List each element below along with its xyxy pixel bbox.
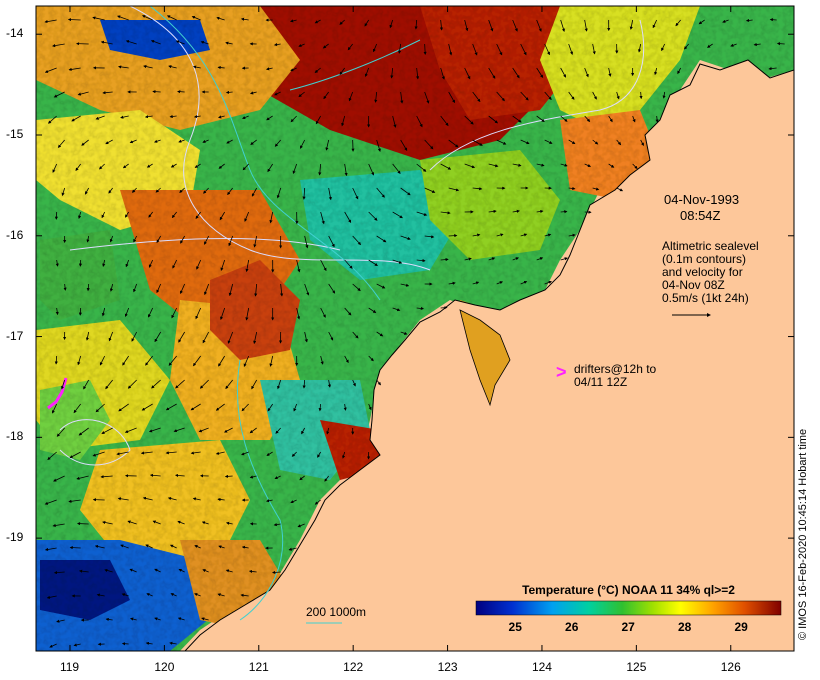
lat-tick-label: -15 (6, 127, 24, 141)
colorbar (475, 600, 782, 616)
image-time: 08:54Z (680, 208, 721, 223)
colorbar-title: Temperature (°C) NOAA 11 34% ql>=2 (522, 583, 735, 597)
lon-tick-label: 121 (248, 660, 269, 674)
credit-text: © IMOS 16-Feb-2020 10:45:14 Hobart time (797, 428, 809, 640)
lon-tick-label: 123 (437, 660, 458, 674)
lat-tick-label: -17 (6, 328, 24, 343)
lon-tick-label: 125 (626, 660, 647, 674)
velocity-vector (152, 90, 161, 94)
lat-tick-label: -14 (6, 26, 24, 41)
velocity-vector (54, 355, 58, 365)
lat-tick-label: -16 (6, 227, 24, 242)
velocity-vector (639, 91, 643, 100)
drifter-note: drifters@12h to 04/11 12Z (574, 363, 656, 389)
velocity-vector (440, 306, 448, 310)
velocity-vector (224, 474, 233, 478)
lon-tick-label: 126 (720, 660, 741, 674)
velocity-vector (67, 17, 81, 22)
colorbar-tick-label: 28 (677, 620, 692, 634)
colorbar-tick-label: 26 (565, 620, 579, 634)
sst-map (35, 5, 795, 652)
sealevel-line: 0.5m/s (1kt 24h) (662, 291, 749, 305)
colorbar-tick-label: 27 (621, 620, 635, 634)
colorbar-tick-label: 25 (508, 620, 522, 634)
lon-tick-label: 119 (59, 660, 80, 674)
drifter-line: 04/11 12Z (574, 375, 628, 389)
drifter-legend-marker: > (556, 362, 567, 382)
sealevel-note: Altimetric sealevel (0.1m contours) and … (662, 240, 759, 305)
lon-tick-label: 122 (343, 660, 364, 674)
isobath-legend-label: 200 1000m (306, 605, 367, 619)
lat-tick-label: -19 (6, 530, 24, 545)
lat-tick-label: -18 (6, 429, 24, 444)
image-date: 04-Nov-1993 (664, 192, 740, 207)
lon-tick-label: 124 (531, 660, 552, 674)
velocity-vector (423, 43, 427, 55)
lon-tick-label: 120 (154, 660, 175, 674)
colorbar-tick-label: 29 (734, 620, 748, 634)
